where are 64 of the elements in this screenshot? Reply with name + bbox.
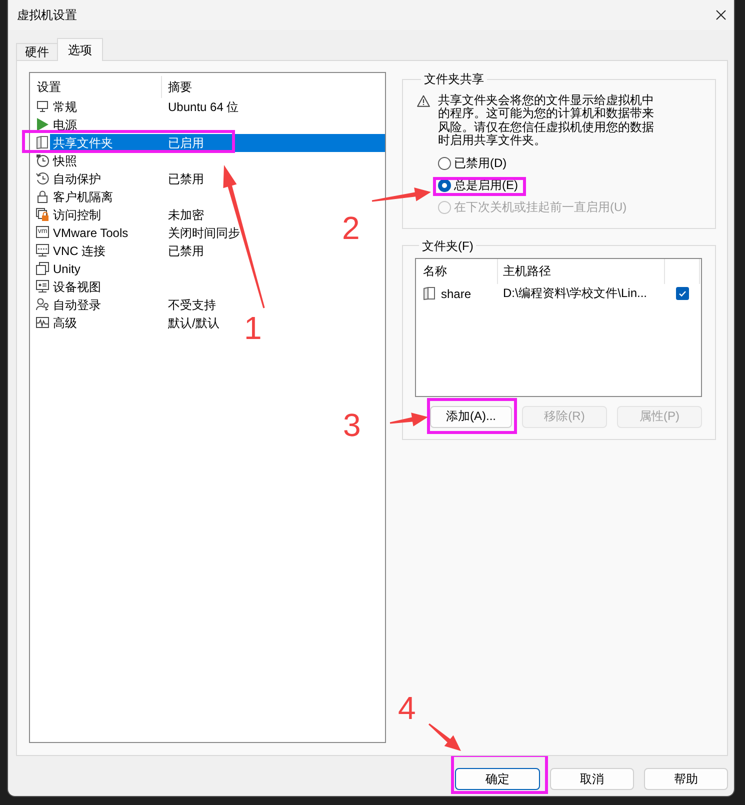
- windows-icon: [36, 262, 49, 275]
- dialog-button[interactable]: 取消: [550, 768, 634, 790]
- setting-name[interactable]: 客户机隔离: [53, 190, 113, 204]
- annotation-number: 3: [343, 409, 361, 441]
- waveform-icon: [36, 316, 49, 329]
- column-header: 摘要: [168, 78, 192, 96]
- display-icon: [36, 280, 49, 293]
- annotation-arrow: [372, 188, 431, 202]
- folder-row[interactable]: share D:\编程资料\学校文件\Lin...: [416, 284, 701, 303]
- folder-name: share: [441, 286, 472, 301]
- tab[interactable]: 选项: [57, 38, 103, 61]
- setting-name[interactable]: Unity: [53, 262, 80, 276]
- annotation-arrow: [390, 412, 428, 426]
- setting-summary: 关闭时间同步: [168, 224, 240, 242]
- setting-name[interactable]: 电源: [53, 118, 77, 132]
- setting-name[interactable]: 自动保护: [53, 172, 101, 186]
- user-key-icon: [36, 298, 49, 311]
- dialog-button[interactable]: 帮助: [644, 768, 728, 790]
- annotation-number: 2: [342, 212, 360, 244]
- setting-summary: 未加密: [168, 206, 204, 224]
- setting-name[interactable]: 高级: [53, 316, 77, 330]
- monitor-icon: [36, 100, 49, 113]
- annotation-number: 4: [398, 692, 416, 724]
- setting-name[interactable]: 自动登录: [53, 298, 101, 312]
- column-header: 主机路径: [503, 262, 551, 280]
- tab[interactable]: 硬件: [16, 43, 58, 60]
- setting-name[interactable]: 共享文件夹: [53, 136, 113, 150]
- radio-label[interactable]: 已禁用(D): [454, 155, 507, 172]
- folder-path: D:\编程资料\学校文件\Lin...: [503, 285, 648, 302]
- column-header: 设置: [37, 78, 61, 96]
- warning-text: 共享文件夹会将您的文件显示给虚拟机中的程序。这可能为您的计算机和数据带来风险。请仅在您信任虚拟机使用您的数据时启用共享文件夹。: [438, 94, 655, 148]
- setting-summary: 已禁用: [168, 170, 204, 188]
- annotation-number: 1: [244, 312, 262, 344]
- column-header: 名称: [423, 262, 447, 280]
- network-display-icon: [36, 244, 49, 257]
- window-lock-icon: [36, 208, 49, 221]
- setting-summary: 默认/默认: [168, 314, 220, 332]
- setting-summary: Ubuntu 64 位: [168, 98, 239, 116]
- setting-summary: 已启用: [168, 134, 204, 152]
- play-icon: [36, 118, 49, 131]
- setting-name[interactable]: 常规: [53, 100, 77, 114]
- setting-name[interactable]: 快照: [53, 154, 77, 168]
- clock-icon: [36, 154, 49, 167]
- window-title: 虚拟机设置: [17, 6, 77, 24]
- padlock-icon: [36, 190, 49, 203]
- group-title: 文件夹(F): [421, 238, 474, 253]
- setting-name[interactable]: 设备视图: [53, 280, 101, 294]
- annotation-arrow: [428, 723, 461, 751]
- warning-icon: [417, 95, 430, 107]
- checkbox[interactable]: [676, 287, 689, 300]
- close-icon: [716, 10, 726, 20]
- setting-summary: 不受支持: [168, 296, 216, 314]
- setting-name[interactable]: 访问控制: [53, 208, 101, 222]
- group-title: 文件夹共享: [423, 72, 485, 86]
- dialog-button[interactable]: 添加(A)...: [430, 406, 512, 428]
- dialog-button[interactable]: 确定: [455, 768, 540, 790]
- radio-button[interactable]: [438, 179, 451, 192]
- book-icon: [36, 136, 49, 149]
- book-icon: [423, 287, 436, 300]
- setting-summary: 已禁用: [168, 242, 204, 260]
- setting-name[interactable]: VNC 连接: [53, 244, 106, 258]
- radio-button[interactable]: [438, 157, 451, 170]
- history-icon: [36, 172, 49, 185]
- setting-name[interactable]: VMware Tools: [53, 226, 128, 240]
